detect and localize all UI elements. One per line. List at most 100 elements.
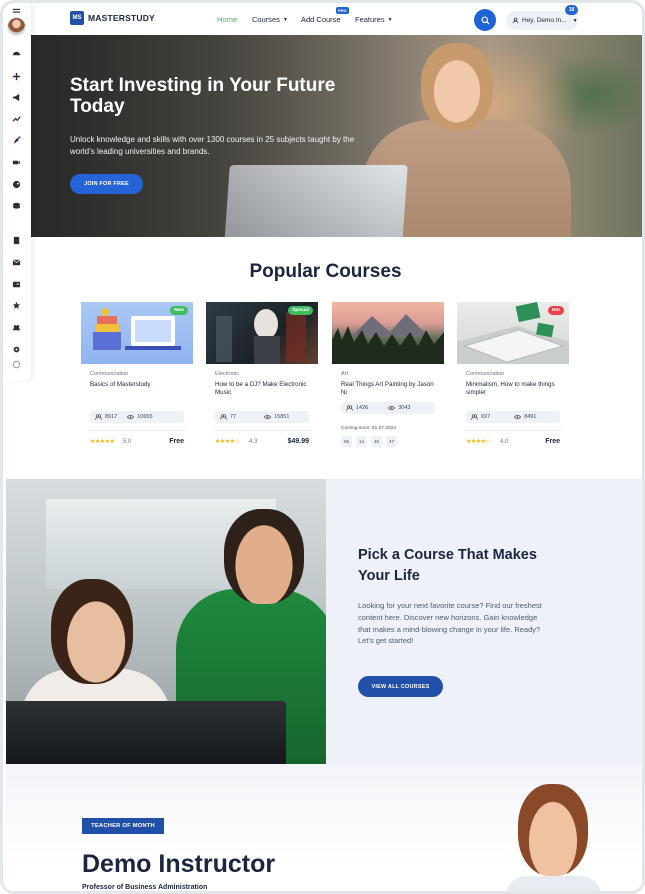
students-count: 8917: [105, 414, 118, 420]
course-title[interactable]: Minimalism, How to make things simpler: [466, 381, 562, 397]
students-count: 77: [230, 414, 237, 420]
dashboard-icon[interactable]: [11, 48, 21, 58]
analytics-icon[interactable]: [11, 113, 21, 123]
hero-subtitle: Unlock knowledge and skills with over 13…: [70, 135, 355, 156]
course-title[interactable]: Basics of Masterstudy: [90, 381, 186, 389]
students-icon: [471, 414, 478, 420]
join-for-free-button[interactable]: JOIN FOR FREE: [70, 174, 143, 194]
avatar[interactable]: [7, 17, 26, 36]
course-badge: Special: [288, 306, 313, 315]
eye-icon: [388, 405, 396, 411]
countdown-minutes: 40: [371, 436, 382, 447]
view-all-courses-button[interactable]: VIEW ALL COURSES: [358, 676, 443, 697]
views-count: 3043: [398, 405, 411, 411]
course-category[interactable]: Electronic: [215, 371, 239, 377]
photo-man-head: [224, 509, 304, 604]
course-image[interactable]: Hot: [457, 302, 569, 364]
coming-soon-label: Coming soon: 01.07.2024: [341, 426, 396, 431]
rating-value: 4.0: [500, 439, 509, 445]
users-icon[interactable]: [11, 322, 21, 332]
info-icon[interactable]: [11, 359, 21, 369]
course-card[interactable]: Art Real Things Art Painting by Jason Ni…: [332, 302, 444, 462]
settings-icon[interactable]: [11, 344, 21, 354]
id-card-icon[interactable]: [11, 279, 21, 289]
photo-monitor: [6, 701, 286, 764]
palette-icon[interactable]: [11, 179, 21, 189]
hero-banner: Start Investing in Your Future Today Unl…: [31, 35, 642, 237]
plus-icon[interactable]: [11, 71, 21, 81]
course-price: Free: [545, 438, 560, 445]
students-count: 1426: [356, 405, 369, 411]
admin-sidebar: [3, 3, 31, 381]
course-price: $49.99: [287, 438, 309, 445]
video-icon[interactable]: [11, 157, 21, 167]
students-icon: [220, 414, 227, 420]
logo-text: MASTERSTUDY: [88, 13, 155, 23]
notification-badge[interactable]: 18: [565, 5, 578, 15]
course-stats: 697 8491: [466, 411, 560, 423]
divider: [466, 430, 561, 431]
views-stat: 15851: [259, 414, 294, 420]
user-icon: [512, 17, 519, 24]
course-card[interactable]: Hot Communication Minimalism, How to mak…: [457, 302, 569, 462]
nav-add-course[interactable]: Add Course: [301, 15, 341, 24]
search-button[interactable]: [474, 9, 496, 31]
layers-icon[interactable]: [11, 200, 21, 210]
course-price: Free: [169, 438, 184, 445]
book-icon[interactable]: [11, 235, 21, 245]
teacher-of-month-badge: TEACHER OF MONTH: [82, 818, 164, 834]
course-card[interactable]: Special Electronic How to be a DJ? Make …: [206, 302, 318, 462]
course-card[interactable]: New Communication Basics of Masterstudy …: [81, 302, 193, 462]
course-category[interactable]: Communication: [90, 371, 128, 377]
rating-stars: ★★★★☆: [215, 439, 240, 445]
views-count: 10655: [137, 414, 153, 420]
course-category[interactable]: Art: [341, 371, 348, 377]
nav-features[interactable]: Features ▼: [355, 15, 393, 24]
course-category[interactable]: Communication: [466, 371, 504, 377]
hero-title: Start Investing in Your Future Today: [70, 75, 336, 117]
teacher-photo[interactable]: [506, 780, 601, 891]
eye-icon: [264, 414, 272, 420]
course-image[interactable]: [332, 302, 444, 364]
students-stat: 77: [215, 414, 241, 420]
views-stat: 10655: [122, 414, 157, 420]
menu-icon[interactable]: [11, 6, 21, 16]
photo-woman-head: [51, 579, 133, 684]
megaphone-icon[interactable]: [11, 92, 21, 102]
views-stat: 8491: [509, 414, 541, 420]
course-image[interactable]: Special: [206, 302, 318, 364]
teacher-role: Professor of Business Administration: [82, 884, 208, 891]
course-title[interactable]: Real Things Art Painting by Jason Ni: [341, 381, 437, 397]
hero-person-head: [421, 43, 493, 131]
nav-home[interactable]: Home: [217, 15, 237, 24]
pro-badge: PRO: [336, 7, 349, 14]
pick-course-title: Pick a Course That Makes Your Life: [358, 547, 537, 584]
page-frame: MS MASTERSTUDY Home Courses ▼ Add Course …: [0, 0, 645, 894]
course-stats: 1426 3043: [341, 402, 435, 414]
views-count: 15851: [274, 414, 290, 420]
divider: [215, 430, 310, 431]
user-name: Hey, Demo In...: [522, 17, 567, 24]
views-count: 8491: [524, 414, 537, 420]
divider: [90, 430, 185, 431]
site-logo[interactable]: MS MASTERSTUDY: [70, 11, 155, 25]
rocket-icon[interactable]: [11, 135, 21, 145]
countdown-hours: 14: [356, 436, 367, 447]
course-stats: 8917 10655: [90, 411, 184, 423]
star-icon[interactable]: [11, 300, 21, 310]
students-icon: [346, 405, 353, 411]
course-badge: New: [170, 306, 188, 315]
chevron-down-icon: ▼: [282, 17, 288, 24]
students-stat: 1426: [341, 405, 373, 411]
nav-courses[interactable]: Courses ▼: [252, 15, 288, 24]
mail-icon[interactable]: [11, 257, 21, 267]
course-image[interactable]: New: [81, 302, 193, 364]
top-navbar: MS MASTERSTUDY Home Courses ▼ Add Course …: [31, 5, 642, 34]
course-title[interactable]: How to be a DJ? Make Electronic Music: [215, 381, 311, 397]
students-stat: 697: [466, 414, 495, 420]
teacher-name[interactable]: Demo Instructor: [82, 850, 275, 879]
search-icon: [480, 15, 490, 25]
views-stat: 3043: [383, 405, 415, 411]
rating-stars: ★★★★★: [90, 439, 115, 445]
rating-value: 4.3: [249, 439, 258, 445]
